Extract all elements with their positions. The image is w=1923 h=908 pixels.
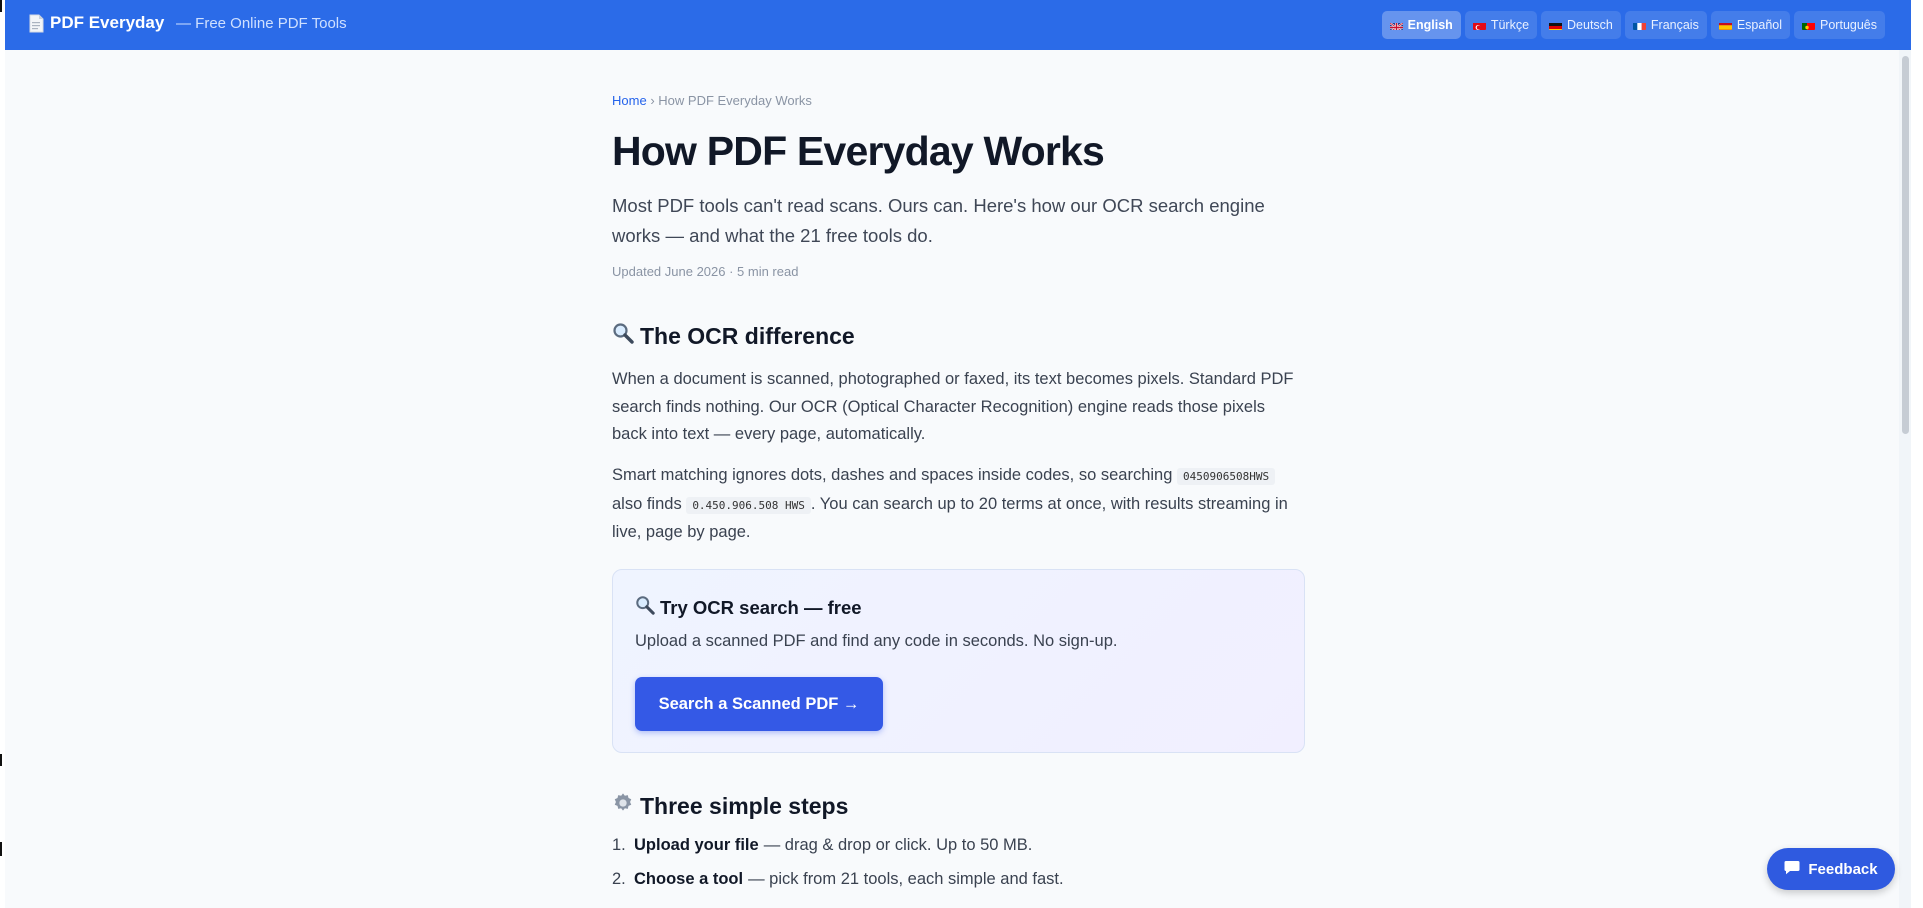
step-text: — pick from 21 tools, each simple and fa… bbox=[748, 870, 1064, 888]
language-switcher: English Türkçe Deutsch Français Español … bbox=[1381, 11, 1885, 39]
step-text: — drag & drop or click. Up to 50 MB. bbox=[763, 836, 1033, 854]
step-number: 2. bbox=[612, 870, 626, 888]
lang-label: Deutsch bbox=[1567, 18, 1613, 32]
list-item: 1. Upload your file — drag & drop or cli… bbox=[612, 836, 1064, 870]
step-title: Choose a tool bbox=[634, 870, 744, 888]
steps-heading-text: Three simple steps bbox=[640, 792, 849, 819]
document-icon bbox=[29, 14, 44, 33]
matching-paragraph: Smart matching ignores dots, dashes and … bbox=[612, 462, 1302, 547]
gear-icon bbox=[612, 792, 634, 820]
code-sample: 0450906508HWS bbox=[1177, 468, 1276, 485]
steps-list: 1. Upload your file — drag & drop or cli… bbox=[612, 836, 1064, 904]
cta-title-text: Try OCR search — free bbox=[660, 596, 862, 618]
turkey-flag-icon bbox=[1472, 21, 1486, 30]
lang-french[interactable]: Français bbox=[1624, 11, 1707, 39]
lang-spanish[interactable]: Español bbox=[1710, 11, 1791, 39]
edge-mark bbox=[0, 754, 2, 766]
lang-label: English bbox=[1407, 18, 1453, 32]
page-scrollbar[interactable] bbox=[1899, 50, 1911, 908]
article-meta: Updated June 2026 · 5 min read bbox=[612, 264, 799, 279]
portugal-flag-icon bbox=[1802, 21, 1816, 30]
ocr-cta-card: Try OCR search — free Upload a scanned P… bbox=[612, 569, 1305, 753]
breadcrumb-current: How PDF Everyday Works bbox=[658, 93, 812, 108]
feedback-button[interactable]: Feedback bbox=[1767, 848, 1895, 890]
germany-flag-icon bbox=[1549, 21, 1563, 30]
cta-title: Try OCR search — free bbox=[635, 595, 862, 620]
lang-label: Español bbox=[1736, 18, 1783, 32]
france-flag-icon bbox=[1632, 21, 1646, 30]
magnifier-icon bbox=[612, 322, 634, 350]
lang-portuguese[interactable]: Português bbox=[1794, 11, 1885, 39]
code-sample: 0.450.906.508 HWS bbox=[686, 496, 811, 514]
uk-flag-icon bbox=[1389, 21, 1403, 30]
brand-link[interactable]: PDF Everyday bbox=[29, 13, 164, 33]
feedback-label: Feedback bbox=[1808, 860, 1878, 878]
top-navbar: PDF Everyday — Free Online PDF Tools Eng… bbox=[5, 0, 1911, 50]
ocr-heading-text: The OCR difference bbox=[640, 322, 855, 349]
lang-label: Français bbox=[1650, 18, 1699, 32]
matching-text: Smart matching ignores dots, dashes and … bbox=[612, 466, 1173, 484]
ocr-paragraph: When a document is scanned, photographed… bbox=[612, 370, 1294, 443]
chat-icon bbox=[1784, 860, 1800, 879]
steps-heading: Three simple steps bbox=[612, 792, 848, 820]
edge-mark bbox=[0, 0, 2, 12]
page-title: How PDF Everyday Works bbox=[612, 128, 1105, 174]
site-tagline: — Free Online PDF Tools bbox=[176, 15, 347, 32]
list-item: 2. Choose a tool — pick from 21 tools, e… bbox=[612, 870, 1064, 904]
matching-text: also finds bbox=[612, 494, 682, 513]
cta-description: Upload a scanned PDF and find any code i… bbox=[635, 632, 1118, 650]
lang-label: Türkçe bbox=[1490, 18, 1530, 32]
breadcrumb-separator: › bbox=[650, 93, 655, 108]
brand-name: PDF Everyday bbox=[50, 13, 165, 32]
scrollbar-thumb[interactable] bbox=[1902, 56, 1909, 434]
step-title: Upload your file bbox=[634, 836, 759, 854]
spain-flag-icon bbox=[1718, 21, 1732, 30]
breadcrumb-home-link[interactable]: Home bbox=[612, 93, 647, 108]
page-lead: Most PDF tools can't read scans. Ours ca… bbox=[612, 195, 1265, 246]
lang-english[interactable]: English bbox=[1381, 11, 1461, 39]
lang-turkish[interactable]: Türkçe bbox=[1464, 11, 1538, 39]
magnifier-icon bbox=[635, 595, 655, 620]
lang-german[interactable]: Deutsch bbox=[1541, 11, 1621, 39]
breadcrumb: Home › How PDF Everyday Works bbox=[612, 93, 812, 108]
browser-page: PDF Everyday — Free Online PDF Tools Eng… bbox=[5, 0, 1911, 908]
edge-mark bbox=[0, 842, 2, 856]
ocr-heading: The OCR difference bbox=[612, 322, 855, 350]
step-number: 1. bbox=[612, 836, 626, 854]
search-scanned-pdf-button[interactable]: Search a Scanned PDF → bbox=[635, 677, 883, 731]
lang-label: Português bbox=[1820, 18, 1877, 32]
